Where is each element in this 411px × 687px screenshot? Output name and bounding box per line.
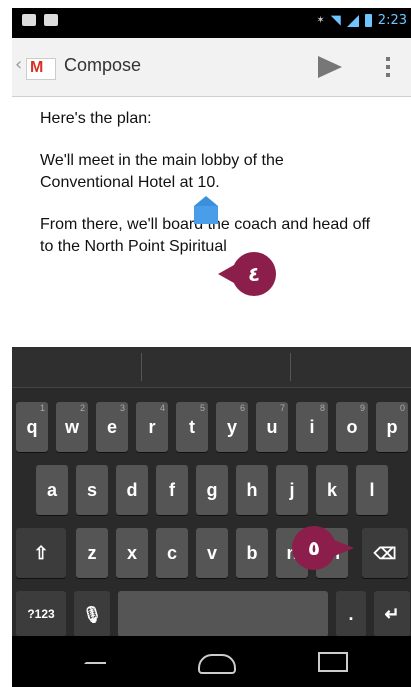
callout-delete-marker: ٥ [292,526,354,570]
key-g[interactable]: g [196,465,228,515]
key-a[interactable]: a [36,465,68,515]
action-bar-title: Compose [64,55,142,75]
key-j[interactable]: j [276,465,308,515]
back-icon[interactable] [84,654,106,664]
up-caret-icon[interactable]: ‹ [15,54,22,75]
battery-icon [364,14,372,27]
spacebar[interactable] [118,591,328,637]
suggestion-strip[interactable] [12,347,411,388]
shift-key[interactable]: ⇧ [16,528,66,578]
phone-screen: ✶ ◥ 2:23 ‹ M Compose Here's the plan: We… [12,8,411,687]
key-b[interactable]: b [236,528,268,578]
key-y[interactable]: 6y [216,402,248,452]
key-l[interactable]: l [356,465,388,515]
sim-icon [22,14,36,26]
key-r[interactable]: 4r [136,402,168,452]
key-k[interactable]: k [316,465,348,515]
key-v[interactable]: v [196,528,228,578]
vibrate-icon: ✶ [316,15,325,26]
body-paragraph: We'll meet in the main lobby of the Conv… [40,152,284,191]
key-h[interactable]: h [236,465,268,515]
navigation-bar [12,636,411,687]
backspace-icon: ⌫ [373,546,397,563]
overflow-menu-icon[interactable] [386,57,390,81]
gmail-icon[interactable]: M [26,58,56,80]
key-s[interactable]: s [76,465,108,515]
period-key[interactable]: . [336,591,366,637]
email-body[interactable]: Here's the plan: We'll meet in the main … [40,108,380,258]
key-z[interactable]: z [76,528,108,578]
enter-key[interactable]: ↵ [374,591,410,637]
wifi-icon: ◥ [330,13,341,28]
key-w[interactable]: 2w [56,402,88,452]
status-left-icons [22,14,58,26]
key-i[interactable]: 8i [296,402,328,452]
key-x[interactable]: x [116,528,148,578]
callout-cursor-marker: ٤ [218,252,276,296]
recent-apps-icon[interactable] [318,652,348,672]
status-bar: ✶ ◥ 2:23 [12,8,411,38]
body-paragraph: Here's the plan: [40,110,152,127]
key-o[interactable]: 9o [336,402,368,452]
key-f[interactable]: f [156,465,188,515]
key-q[interactable]: 1q [16,402,48,452]
send-icon[interactable] [318,56,342,78]
key-u[interactable]: 7u [256,402,288,452]
backspace-key[interactable]: ⌫ [362,528,408,578]
signal-icon [346,14,359,27]
key-d[interactable]: d [116,465,148,515]
shift-icon: ⇧ [33,543,49,563]
home-icon[interactable] [198,654,236,674]
key-p[interactable]: 0p [376,402,408,452]
key-c[interactable]: c [156,528,188,578]
key-t[interactable]: 5t [176,402,208,452]
symbols-key[interactable]: ?123 [16,591,66,637]
text-cursor-handle[interactable] [194,196,218,224]
action-bar: ‹ M Compose [12,38,411,97]
enter-icon: ↵ [384,604,400,624]
mic-icon: 🎙 [81,607,103,624]
android-icon [44,14,58,26]
mic-key[interactable]: 🎙 [74,591,110,637]
status-right-icons: ✶ ◥ 2:23 [316,13,407,28]
key-e[interactable]: 3e [96,402,128,452]
status-time: 2:23 [377,13,407,28]
